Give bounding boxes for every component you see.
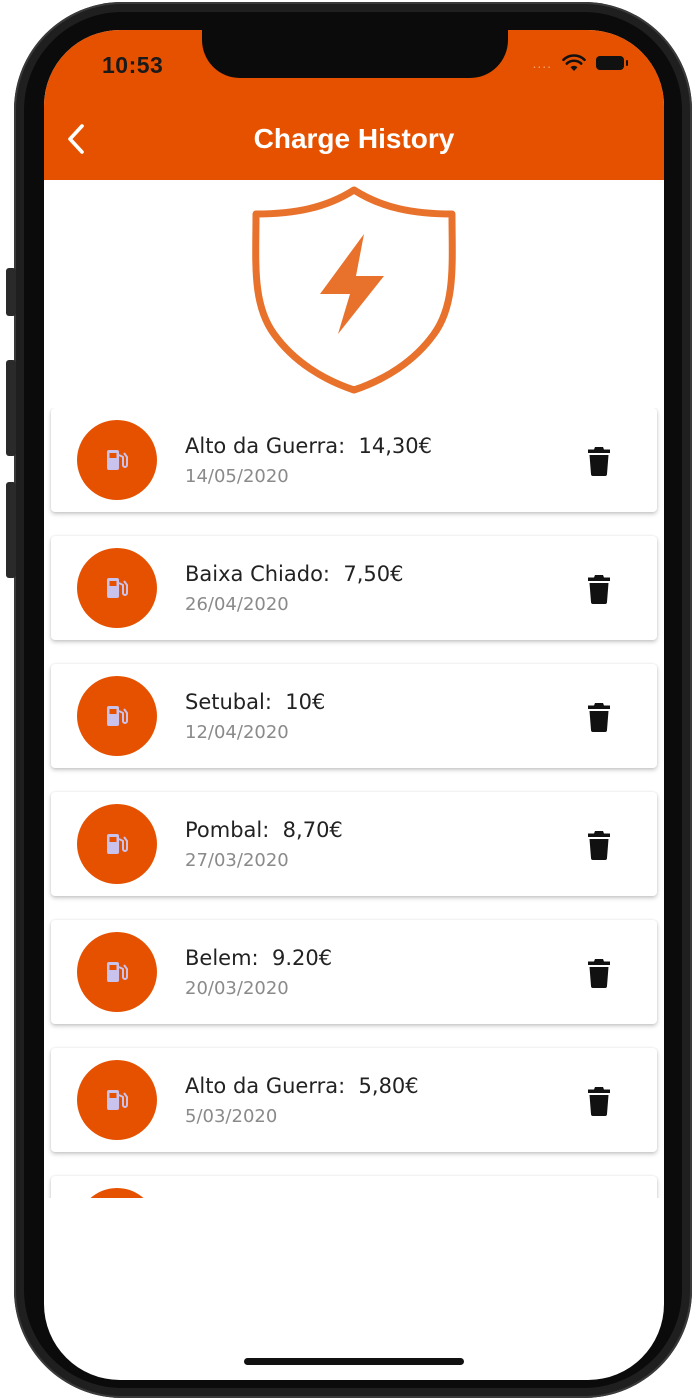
battery-icon [596, 56, 628, 70]
app-bar: 10:53 .... Charge History [44, 30, 664, 180]
signal-icon: .... [532, 55, 552, 71]
list-item[interactable]: Alto da Guerra: 5,80€ 5/03/2020 [51, 1048, 657, 1152]
trash-icon [588, 575, 610, 604]
list-item[interactable]: Belem: 9.20€ 20/03/2020 [51, 920, 657, 1024]
delete-button[interactable] [587, 702, 611, 732]
charge-label: Belem: 9.20€ [185, 946, 333, 970]
charge-date: 20/03/2020 [185, 978, 289, 999]
status-time: 10:53 [102, 52, 164, 78]
list-item[interactable]: Pombal: 8,70€ 27/03/2020 [51, 792, 657, 896]
home-indicator[interactable] [244, 1358, 464, 1365]
fuel-station-avatar [77, 548, 157, 628]
fuel-station-icon [107, 1090, 128, 1110]
app-screen: 10:53 .... Charge History Alto da Guerra… [44, 30, 664, 1380]
fuel-station-icon [107, 834, 128, 854]
charge-date: 5/03/2020 [185, 1106, 278, 1127]
page-title: Charge History [253, 123, 455, 154]
charge-label: Alto da Guerra: 5,80€ [185, 1074, 419, 1098]
charge-date: 12/04/2020 [185, 722, 289, 743]
charge-label: Baixa Chiado: 7,50€ [185, 562, 404, 586]
list-item[interactable]: Setubal: 10€ 12/04/2020 [51, 664, 657, 768]
fuel-station-icon [107, 962, 128, 982]
trash-icon [588, 959, 610, 988]
delete-button[interactable] [587, 1086, 611, 1116]
volume-up-button [6, 360, 16, 456]
charge-date: 14/05/2020 [185, 466, 289, 487]
volume-down-button [6, 482, 16, 578]
list-item-partial[interactable] [51, 1176, 657, 1198]
charge-history-list[interactable]: Alto da Guerra: 14,30€ 14/05/2020 Baixa … [44, 408, 664, 1198]
trash-icon [588, 703, 610, 732]
status-icons: .... [532, 54, 628, 72]
charge-label: Pombal: 8,70€ [185, 818, 343, 842]
fuel-station-avatar [77, 420, 157, 500]
mute-switch [6, 268, 16, 316]
fuel-station-icon [107, 450, 128, 470]
fuel-station-avatar [77, 1188, 157, 1198]
fuel-station-icon [107, 706, 128, 726]
fuel-station-avatar [77, 676, 157, 756]
list-item[interactable]: Baixa Chiado: 7,50€ 26/04/2020 [51, 536, 657, 640]
charge-date: 27/03/2020 [185, 850, 289, 871]
fuel-station-avatar [77, 804, 157, 884]
trash-icon [588, 831, 610, 860]
trash-icon [588, 1087, 610, 1116]
fuel-station-icon [107, 578, 128, 598]
shield-lightning-icon [252, 186, 456, 394]
wifi-icon [562, 54, 586, 71]
notch [202, 30, 508, 78]
trash-icon [588, 447, 610, 476]
delete-button[interactable] [587, 446, 611, 476]
fuel-station-avatar [77, 932, 157, 1012]
delete-button[interactable] [587, 958, 611, 988]
delete-button[interactable] [587, 574, 611, 604]
charge-label: Alto da Guerra: 14,30€ [185, 434, 433, 458]
delete-button[interactable] [587, 830, 611, 860]
charge-date: 26/04/2020 [185, 594, 289, 615]
charge-label: Setubal: 10€ [185, 690, 326, 714]
list-item[interactable]: Alto da Guerra: 14,30€ 14/05/2020 [51, 408, 657, 512]
fuel-station-avatar [77, 1060, 157, 1140]
